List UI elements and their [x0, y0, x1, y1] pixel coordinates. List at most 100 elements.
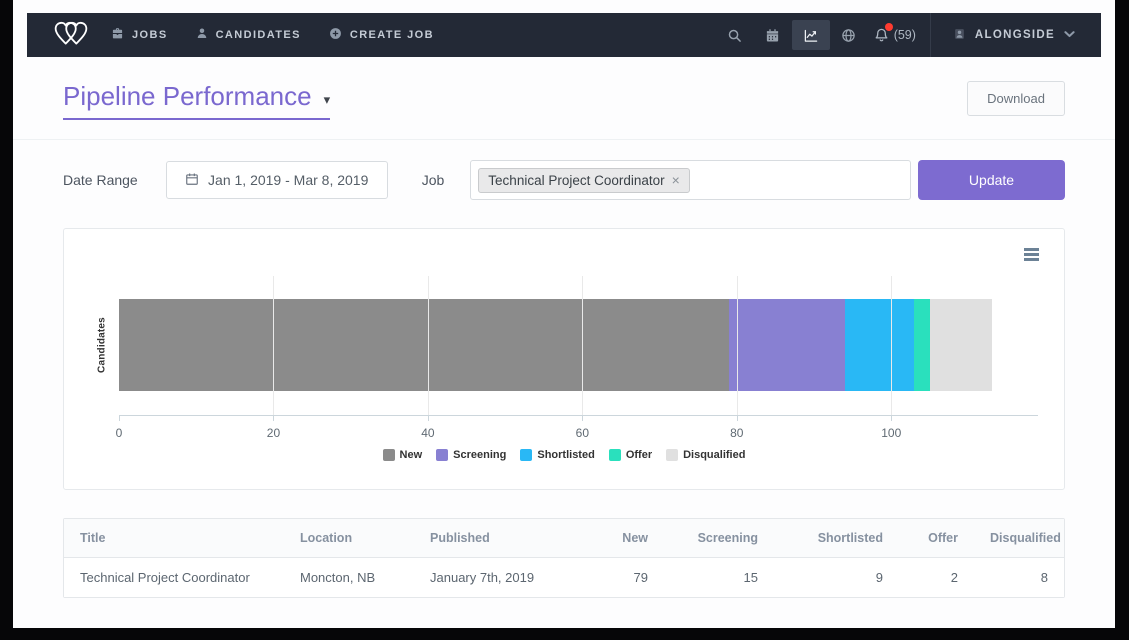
legend-swatch	[520, 449, 532, 461]
legend-label: Screening	[453, 449, 506, 461]
table-header-row: TitleLocationPublishedNewScreeningShortl…	[64, 519, 1064, 558]
bar-segment-new[interactable]	[119, 299, 729, 391]
table-header-cell: Published	[414, 519, 574, 558]
legend-label: Offer	[626, 449, 652, 461]
notification-dot	[885, 23, 893, 31]
table-cell: 79	[574, 558, 664, 598]
download-button[interactable]: Download	[967, 81, 1065, 116]
gridline	[428, 276, 429, 415]
pipeline-chart-panel: Candidates 020406080100 New Screening Shor…	[63, 228, 1065, 490]
axis-tick-label: 40	[421, 426, 434, 440]
axis-tick-label: 80	[730, 426, 743, 440]
chart-plot: 020406080100	[119, 276, 1038, 416]
bar-row	[119, 299, 1038, 391]
table-header-cell: Location	[284, 519, 414, 558]
account-name: ALONGSIDE	[975, 29, 1055, 41]
job-tag-label: Technical Project Coordinator	[488, 173, 664, 188]
gridline	[891, 276, 892, 415]
chart-legend: New Screening Shortlisted Offer Disqualified	[64, 449, 1064, 461]
pipeline-table: TitleLocationPublishedNewScreeningShortl…	[63, 518, 1065, 598]
job-tag: Technical Project Coordinator ×	[478, 168, 690, 193]
legend-swatch	[383, 449, 395, 461]
nav-item-label: CANDIDATES	[216, 29, 301, 41]
legend-swatch	[609, 449, 621, 461]
globe-icon[interactable]	[830, 20, 868, 50]
gridline	[582, 276, 583, 415]
nav-item-create-job[interactable]: CREATE JOB	[329, 27, 434, 43]
table-header-cell: Shortlisted	[774, 519, 899, 558]
tag-remove-icon[interactable]: ×	[672, 173, 680, 187]
calendar-icon[interactable]	[754, 20, 792, 50]
bar-segment-screening[interactable]	[729, 299, 845, 391]
avatar-icon	[953, 27, 966, 44]
notifications-button[interactable]: (59)	[874, 27, 916, 43]
title-dropdown-caret-icon: ▾	[324, 87, 331, 106]
table-header-cell: Offer	[899, 519, 974, 558]
bar-segment-offer[interactable]	[914, 299, 929, 391]
legend-label: Shortlisted	[537, 449, 594, 461]
legend-swatch	[666, 449, 678, 461]
chevron-down-icon	[1064, 29, 1075, 41]
table-header-cell: Disqualified	[974, 519, 1064, 558]
page-header: Pipeline Performance ▾ Download	[63, 81, 1065, 121]
search-icon[interactable]	[716, 20, 754, 50]
app-window: JOBS CANDIDATES CREATE JOB	[13, 0, 1115, 628]
legend-label: New	[400, 449, 423, 461]
bar-segment-disqualified[interactable]	[930, 299, 992, 391]
table-header-cell: Screening	[664, 519, 774, 558]
notification-count: (59)	[894, 28, 916, 42]
axis-tick-label: 100	[881, 426, 901, 440]
axis-tick-label: 0	[116, 426, 123, 440]
axis-tick	[737, 416, 738, 421]
nav-item-jobs[interactable]: JOBS	[111, 27, 168, 43]
table-cell: Moncton, NB	[284, 558, 414, 598]
date-range-label: Date Range	[63, 172, 138, 188]
bar-segment-shortlisted[interactable]	[845, 299, 915, 391]
table-cell: 9	[774, 558, 899, 598]
table-cell: Technical Project Coordinator	[64, 558, 284, 598]
axis-tick	[119, 416, 120, 421]
report-selector[interactable]: Pipeline Performance ▾	[63, 81, 330, 120]
legend-item-disqualified[interactable]: Disqualified	[666, 449, 745, 461]
legend-item-shortlisted[interactable]: Shortlisted	[520, 449, 594, 461]
filters-bar: Date Range Jan 1, 2019 - Mar 8, 2019 Job…	[13, 139, 1115, 200]
date-range-value: Jan 1, 2019 - Mar 8, 2019	[208, 172, 368, 188]
table-cell: 8	[974, 558, 1064, 598]
job-label: Job	[422, 172, 445, 188]
legend-item-offer[interactable]: Offer	[609, 449, 652, 461]
calendar-small-icon	[185, 172, 199, 189]
briefcase-icon	[111, 27, 124, 43]
axis-tick	[273, 416, 274, 421]
analytics-icon[interactable]	[792, 20, 830, 50]
main-content: Pipeline Performance ▾ Download Date Ran…	[13, 57, 1115, 628]
brand-logo[interactable]	[27, 19, 111, 52]
date-range-input[interactable]: Jan 1, 2019 - Mar 8, 2019	[166, 161, 388, 199]
person-icon	[196, 27, 208, 43]
plus-circle-icon	[329, 27, 342, 43]
legend-label: Disqualified	[683, 449, 745, 461]
nav-item-candidates[interactable]: CANDIDATES	[196, 27, 301, 43]
hearts-logo-icon	[53, 19, 89, 52]
table-header-cell: New	[574, 519, 664, 558]
nav-item-label: CREATE JOB	[350, 29, 434, 41]
table-cell: January 7th, 2019	[414, 558, 574, 598]
top-navbar: JOBS CANDIDATES CREATE JOB	[27, 13, 1101, 57]
table-row[interactable]: Technical Project CoordinatorMoncton, NB…	[64, 558, 1064, 598]
legend-swatch	[436, 449, 448, 461]
nav-item-label: JOBS	[132, 29, 168, 41]
account-menu[interactable]: ALONGSIDE	[931, 13, 1101, 57]
table-header-cell: Title	[64, 519, 284, 558]
navbar-right: (59) ALONGSIDE	[716, 13, 1101, 57]
chart-y-axis-label: Candidates	[97, 317, 108, 373]
job-select-input[interactable]: Technical Project Coordinator ×	[470, 160, 911, 200]
legend-item-screening[interactable]: Screening	[436, 449, 506, 461]
bell-icon	[874, 27, 889, 43]
table-cell: 15	[664, 558, 774, 598]
legend-item-new[interactable]: New	[383, 449, 423, 461]
axis-tick-label: 60	[576, 426, 589, 440]
axis-tick	[582, 416, 583, 421]
table-cell: 2	[899, 558, 974, 598]
chart-context-menu-icon[interactable]	[1021, 245, 1042, 264]
page-title: Pipeline Performance	[63, 81, 312, 112]
update-button[interactable]: Update	[918, 160, 1065, 200]
